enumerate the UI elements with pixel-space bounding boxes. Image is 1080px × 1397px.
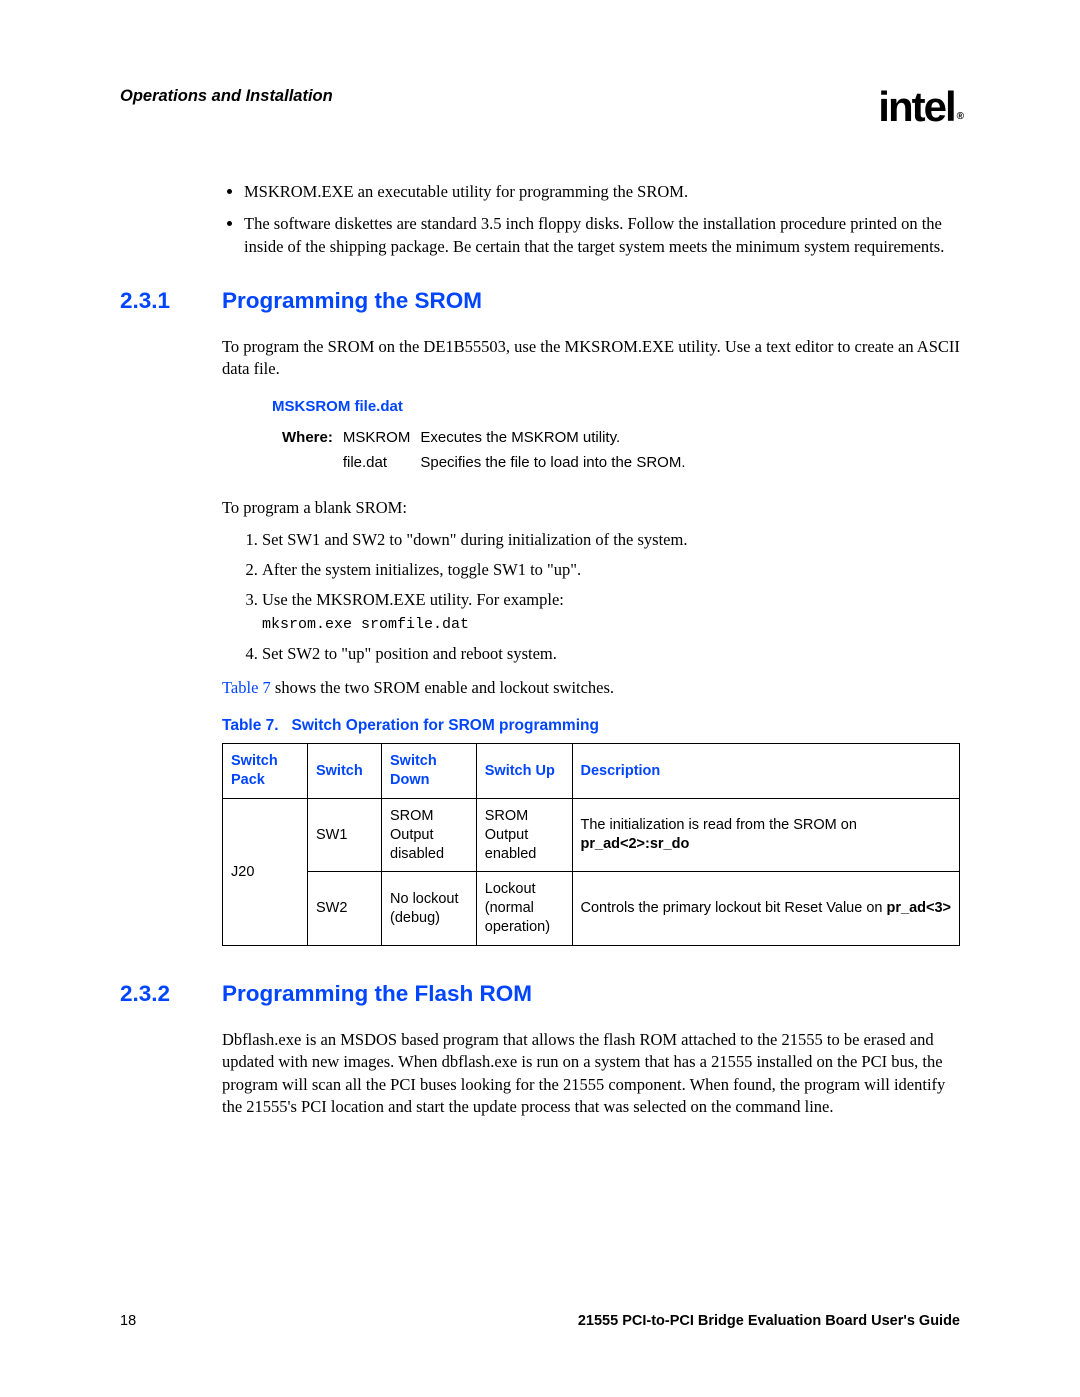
where-table: Where: MSKROM Executes the MSKROM utilit…	[282, 425, 695, 475]
cell-switch: SW2	[307, 872, 381, 946]
where-term: MSKROM	[343, 425, 421, 450]
paragraph: Table 7 shows the two SROM enable and lo…	[222, 677, 960, 699]
page-footer: 18 21555 PCI-to-PCI Bridge Evaluation Bo…	[120, 1313, 960, 1329]
steps-list: Set SW1 and SW2 to "down" during initial…	[222, 528, 960, 665]
table-caption-number: Table 7.	[222, 717, 279, 734]
paragraph-text: shows the two SROM enable and lockout sw…	[271, 678, 614, 697]
section-heading-231: 2.3.1 Programming the SROM	[120, 288, 960, 314]
section-title: Programming the SROM	[222, 288, 482, 314]
page-number: 18	[120, 1313, 136, 1329]
table-row: file.dat Specifies the file to load into…	[282, 450, 695, 475]
table-row: SW2 No lockout (debug) Lockout (normal o…	[223, 872, 960, 946]
intro-bullet-list: MSKROM.EXE an executable utility for pro…	[222, 181, 960, 258]
cell-up: Lockout (normal operation)	[476, 872, 572, 946]
col-header: Description	[572, 744, 960, 799]
list-item: Set SW1 and SW2 to "down" during initial…	[262, 528, 960, 551]
intel-logo: intel®	[878, 83, 960, 131]
switch-operation-table: Switch Pack Switch Switch Down Switch Up…	[222, 743, 960, 946]
list-item: Use the MKSROM.EXE utility. For example:…	[262, 588, 960, 635]
table-header-row: Switch Pack Switch Switch Down Switch Up…	[223, 744, 960, 799]
table-row: J20 SW1 SROM Output disabled SROM Output…	[223, 798, 960, 872]
paragraph: Dbflash.exe is an MSDOS based program th…	[222, 1029, 960, 1118]
section-number: 2.3.1	[120, 288, 222, 314]
table-cross-reference[interactable]: Table 7	[222, 678, 271, 697]
cell-switch: SW1	[307, 798, 381, 872]
table-row: Where: MSKROM Executes the MSKROM utilit…	[282, 425, 695, 450]
cell-description: Controls the primary lockout bit Reset V…	[572, 872, 960, 946]
logo-mark: ®	[957, 111, 962, 122]
code-example: mksrom.exe sromfile.dat	[262, 616, 469, 633]
table-caption-title: Switch Operation for SROM programming	[292, 717, 599, 734]
running-header: Operations and Installation	[120, 83, 333, 106]
cell-up: SROM Output enabled	[476, 798, 572, 872]
paragraph: To program the SROM on the DE1B55503, us…	[222, 336, 960, 381]
paragraph: To program a blank SROM:	[222, 497, 960, 519]
where-desc: Specifies the file to load into the SROM…	[420, 450, 695, 475]
where-label: Where:	[282, 425, 343, 450]
list-item: The software diskettes are standard 3.5 …	[244, 213, 960, 258]
col-header: Switch Up	[476, 744, 572, 799]
logo-text: intel	[878, 83, 954, 130]
command-syntax: MSKSROM file.dat	[272, 398, 960, 415]
col-header: Switch Down	[382, 744, 477, 799]
list-item: MSKROM.EXE an executable utility for pro…	[244, 181, 960, 203]
step-text: Use the MKSROM.EXE utility. For example:	[262, 590, 564, 609]
cell-down: SROM Output disabled	[382, 798, 477, 872]
where-term: file.dat	[343, 450, 421, 475]
list-item: After the system initializes, toggle SW1…	[262, 558, 960, 581]
section-heading-232: 2.3.2 Programming the Flash ROM	[120, 981, 960, 1007]
cell-description: The initialization is read from the SROM…	[572, 798, 960, 872]
section-number: 2.3.2	[120, 981, 222, 1007]
col-header: Switch Pack	[223, 744, 308, 799]
where-desc: Executes the MSKROM utility.	[420, 425, 695, 450]
cell-down: No lockout (debug)	[382, 872, 477, 946]
document-title: 21555 PCI-to-PCI Bridge Evaluation Board…	[578, 1313, 960, 1329]
page-header: Operations and Installation intel®	[120, 83, 960, 131]
table-caption: Table 7. Switch Operation for SROM progr…	[222, 717, 960, 735]
section-title: Programming the Flash ROM	[222, 981, 532, 1007]
col-header: Switch	[307, 744, 381, 799]
list-item: Set SW2 to "up" position and reboot syst…	[262, 642, 960, 665]
cell-switch-pack: J20	[223, 798, 308, 945]
